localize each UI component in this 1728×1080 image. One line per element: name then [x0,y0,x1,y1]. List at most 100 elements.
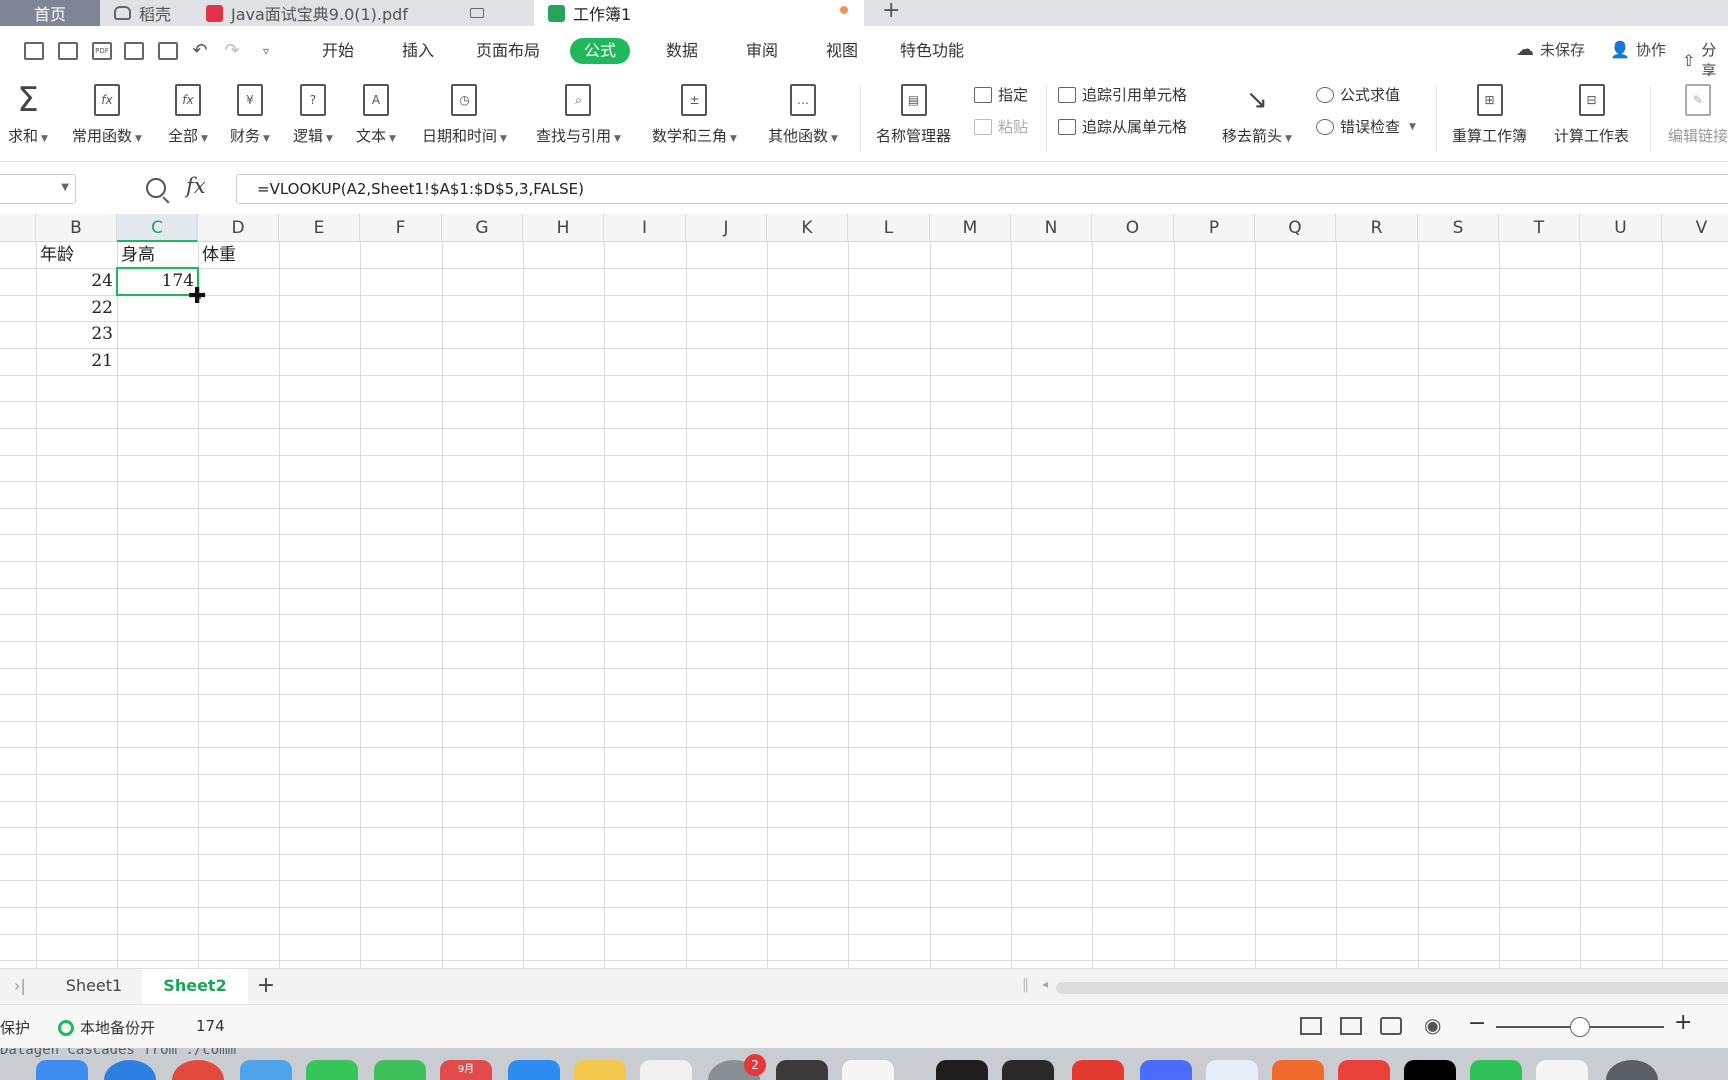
app-store-icon[interactable] [508,1060,560,1080]
menu-data[interactable]: 数据 [666,38,698,64]
unsaved-status[interactable]: ☁ 未保存 [1516,39,1585,60]
vscode-icon[interactable] [842,1060,894,1080]
local-backup-status[interactable]: 本地备份开 [58,1017,155,1038]
autosum-button[interactable]: Σ 求和 ▼ [8,80,48,146]
tab-docer[interactable]: 稻壳 [100,0,190,26]
new-tab-button[interactable]: + [882,0,900,23]
wechat-icon[interactable] [1470,1060,1522,1080]
column-header-e[interactable]: E [279,214,360,242]
scroll-left-icon[interactable]: ◂ [1042,977,1048,991]
evaluate-formula-button[interactable]: 公式求值 [1316,84,1400,105]
column-header-o[interactable]: O [1092,214,1174,242]
column-header-s[interactable]: S [1418,214,1499,242]
horizontal-scrollbar[interactable] [1056,982,1728,994]
logical-functions-button[interactable]: ? 逻辑 ▼ [293,84,333,146]
name-box[interactable]: ▼ [0,174,76,204]
column-header-n[interactable]: N [1011,214,1092,242]
financial-functions-button[interactable]: ¥ 财务 ▼ [230,84,270,146]
pdf-reader-icon[interactable] [1536,1060,1588,1080]
chrome-icon[interactable] [172,1060,224,1080]
zoom-out-icon[interactable]: − [1468,1011,1486,1036]
open-folder-icon[interactable] [24,42,44,60]
browser-icon[interactable] [1140,1060,1192,1080]
text-functions-button[interactable]: A 文本 ▼ [356,84,396,146]
intellij-icon[interactable] [1404,1060,1456,1080]
column-header-q[interactable]: Q [1255,214,1336,242]
column-header-b[interactable]: B [36,214,117,242]
edit-links-button[interactable]: ✎ 编辑链接 [1668,84,1728,146]
column-header-l[interactable]: L [848,214,930,242]
zoom-formula-icon[interactable] [146,178,166,198]
menu-insert[interactable]: 插入 [402,38,434,64]
cell-area[interactable]: 年龄 身高 体重 24 174 22 23 21 ✚ [0,242,1728,968]
menu-formulas[interactable]: 公式 [570,38,631,64]
remove-arrows-button[interactable]: ↘ 移去箭头 ▼ [1222,84,1292,146]
qq-icon[interactable] [1206,1060,1258,1080]
column-header-i[interactable]: I [604,214,686,242]
eye-protection-icon[interactable]: ◉ [1424,1013,1441,1037]
datetime-functions-button[interactable]: ◷ 日期和时间 ▼ [422,84,507,146]
menu-home[interactable]: 开始 [322,38,354,64]
app-icon[interactable] [1272,1060,1324,1080]
maps-icon[interactable] [240,1060,292,1080]
reading-mode-icon[interactable] [1380,1017,1402,1035]
trace-precedents-button[interactable]: 追踪引用单元格 [1058,84,1187,105]
sublime-icon[interactable] [776,1060,828,1080]
spreadsheet-grid[interactable]: B C D E F G H I J K L M N O P Q R S T U … [0,214,1728,968]
sheet-tab-sheet1[interactable]: Sheet1 [46,969,142,1004]
common-functions-button[interactable]: fx 常用函数 ▼ [72,84,142,146]
safari-icon[interactable] [104,1060,156,1080]
menu-view[interactable]: 视图 [826,38,858,64]
activity-monitor-icon[interactable] [1002,1060,1054,1080]
print-preview-icon[interactable] [158,42,178,60]
column-header-v[interactable]: V [1662,214,1728,242]
column-header-c[interactable]: C [117,214,198,242]
cell-b5[interactable]: 21 [36,348,117,374]
insert-function-icon[interactable]: fx [186,174,206,198]
normal-view-icon[interactable] [1300,1017,1322,1035]
column-header-u[interactable]: U [1580,214,1662,242]
cell-d1[interactable]: 体重 [198,242,279,268]
column-header-m[interactable]: M [930,214,1011,242]
redo-icon[interactable]: ↷ [222,42,242,60]
wps-icon[interactable] [1338,1060,1390,1080]
last-sheet-icon[interactable]: ›| [14,976,26,995]
cell-b2[interactable]: 24 [36,268,117,294]
zoom-slider-knob[interactable] [1570,1017,1590,1037]
page-break-view-icon[interactable] [1340,1017,1362,1035]
calculate-sheet-button[interactable]: ⊟ 计算工作表 [1554,84,1629,146]
sheet-tab-sheet2[interactable]: Sheet2 [142,969,248,1004]
zoom-in-icon[interactable]: + [1674,1010,1692,1035]
save-icon[interactable] [58,42,78,60]
column-header-a[interactable] [0,214,36,242]
column-header-p[interactable]: P [1174,214,1255,242]
column-header-r[interactable]: R [1336,214,1418,242]
menu-page-layout[interactable]: 页面布局 [476,38,540,64]
share-button[interactable]: ⇧ 分享 [1682,39,1728,81]
cell-b4[interactable]: 23 [36,321,117,347]
column-header-g[interactable]: G [442,214,523,242]
cell-b3[interactable]: 22 [36,295,117,321]
menu-review[interactable]: 审阅 [746,38,778,64]
facetime-icon[interactable] [374,1060,426,1080]
screen-recorder-icon[interactable] [1606,1060,1658,1080]
column-header-j[interactable]: J [686,214,767,242]
photos-icon[interactable] [640,1060,692,1080]
collab-button[interactable]: 👤 协作 [1610,39,1666,60]
acrobat-icon[interactable] [1072,1060,1124,1080]
cell-b1[interactable]: 年龄 [36,242,117,268]
assign-button[interactable]: 指定 [974,84,1028,105]
tab-workbook[interactable]: 工作簿1 [534,0,864,26]
name-box-dropdown-icon[interactable]: ▼ [61,182,69,193]
error-check-dropdown-icon[interactable]: ▼ [1409,122,1416,132]
other-functions-button[interactable]: … 其他函数 ▼ [768,84,838,146]
protect-status[interactable]: 保护 [0,1017,30,1038]
column-header-f[interactable]: F [360,214,442,242]
monitor-icon[interactable] [470,0,494,26]
math-functions-button[interactable]: ± 数学和三角 ▼ [652,84,737,146]
trace-dependents-button[interactable]: 追踪从属单元格 [1058,116,1187,137]
recalculate-workbook-button[interactable]: ⊞ 重算工作簿 [1452,84,1527,146]
finder-icon[interactable] [36,1060,88,1080]
calendar-icon[interactable]: 9月 [440,1060,492,1080]
error-check-button[interactable]: 错误检查 ▼ [1316,116,1416,137]
